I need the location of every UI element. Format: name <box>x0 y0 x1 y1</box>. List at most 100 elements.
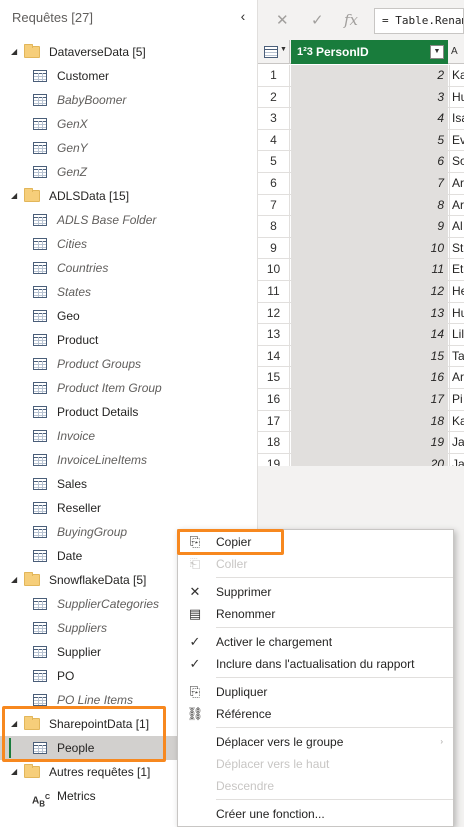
query-item[interactable]: Sales <box>0 472 258 496</box>
query-item[interactable]: Product Details <box>0 400 258 424</box>
personid-cell[interactable]: 4 <box>291 108 448 129</box>
personid-cell[interactable]: 10 <box>291 237 448 259</box>
insert-function-icon[interactable]: fx <box>344 11 358 29</box>
query-item[interactable]: Countries <box>0 256 258 280</box>
next-column-cell[interactable]: He <box>449 281 464 302</box>
personid-cell[interactable]: 5 <box>291 129 448 151</box>
menu-item-reference[interactable]: ⛓ Référence <box>178 703 453 725</box>
formula-input[interactable]: = Table.RenameColumns <box>374 8 464 34</box>
row-number[interactable]: 14 <box>258 345 290 367</box>
next-column-cell[interactable]: So <box>449 151 464 172</box>
table-row[interactable]: 23Hu <box>258 86 464 109</box>
row-number[interactable]: 17 <box>258 410 290 432</box>
query-group[interactable]: ◢ DataverseData [5] <box>0 40 258 64</box>
personid-cell[interactable]: 17 <box>291 389 448 410</box>
column-header-personid[interactable]: 1²3 PersonID ▼ <box>291 40 448 64</box>
table-row[interactable]: 15 16 Ar <box>258 367 464 389</box>
next-column-cell[interactable]: Et <box>449 259 464 280</box>
row-number[interactable]: 18 <box>258 432 290 453</box>
table-menu-button[interactable]: ▼ <box>258 40 290 64</box>
next-column-cell[interactable]: Ka <box>449 65 464 86</box>
next-column-cell[interactable]: Hu <box>449 302 464 324</box>
table-row[interactable]: 1213Hu <box>258 302 464 325</box>
next-column-cell[interactable]: Pi <box>449 389 464 410</box>
personid-cell[interactable]: 16 <box>291 367 448 388</box>
row-number[interactable]: 12 <box>258 302 290 324</box>
row-number[interactable]: 13 <box>258 324 290 345</box>
table-row[interactable]: 34Isa <box>258 108 464 130</box>
query-item[interactable]: Invoice <box>0 424 258 448</box>
next-column-cell[interactable]: Ar <box>449 194 464 216</box>
personid-cell[interactable]: 19 <box>291 432 448 453</box>
table-row[interactable]: 56So <box>258 151 464 173</box>
query-item[interactable]: InvoiceLineItems <box>0 448 258 472</box>
menu-item-creer-une-fonction[interactable]: Créer une fonction... <box>178 803 453 825</box>
row-number[interactable]: 7 <box>258 194 290 216</box>
next-column-cell[interactable]: Ta <box>449 345 464 367</box>
next-column-cell[interactable]: Al <box>449 216 464 237</box>
expand-caret-icon[interactable]: ◢ <box>11 568 17 592</box>
next-column-cell[interactable]: Ka <box>449 410 464 432</box>
next-column-cell[interactable]: St <box>449 237 464 259</box>
row-number[interactable]: 3 <box>258 108 290 129</box>
personid-cell[interactable]: 3 <box>291 86 448 108</box>
personid-cell[interactable]: 12 <box>291 281 448 302</box>
table-row[interactable]: 18 19 Ja <box>258 432 464 454</box>
row-number[interactable]: 16 <box>258 389 290 410</box>
personid-cell[interactable]: 15 <box>291 345 448 367</box>
query-item[interactable]: Cities <box>0 232 258 256</box>
personid-cell[interactable]: 7 <box>291 173 448 194</box>
query-item[interactable]: GenY <box>0 136 258 160</box>
next-column-cell[interactable]: Isa <box>449 108 464 129</box>
expand-caret-icon[interactable]: ◢ <box>11 184 17 208</box>
row-number[interactable]: 2 <box>258 86 290 108</box>
query-item[interactable]: Geo <box>0 304 258 328</box>
menu-item-deplacer-vers-le-groupe[interactable]: Déplacer vers le groupe › <box>178 731 453 753</box>
expand-caret-icon[interactable]: ◢ <box>11 40 17 64</box>
table-row[interactable]: 6 7 Ar <box>258 173 464 195</box>
row-number[interactable]: 11 <box>258 281 290 302</box>
expand-caret-icon[interactable]: ◢ <box>11 760 17 784</box>
column-filter-button[interactable]: ▼ <box>430 45 444 59</box>
query-group[interactable]: ◢ ADLSData [15] <box>0 184 258 208</box>
table-row[interactable]: 12Ka <box>258 65 464 87</box>
table-row[interactable]: 10 11 Et <box>258 259 464 281</box>
next-column-cell[interactable]: Ev <box>449 129 464 151</box>
menu-item-dupliquer[interactable]: ⎘ Dupliquer <box>178 681 453 703</box>
row-number[interactable]: 4 <box>258 129 290 151</box>
menu-item-inclure-dans-l-actualisation-du-rapport[interactable]: ✓ Inclure dans l'actualisation du rapport <box>178 653 453 675</box>
confirm-formula-icon[interactable]: ✓ <box>311 11 324 29</box>
whole-number-type-icon[interactable]: 1²3 <box>297 40 313 64</box>
row-number[interactable]: 8 <box>258 216 290 237</box>
table-row[interactable]: 13 14 Lil <box>258 324 464 346</box>
next-column-cell[interactable]: Lil <box>449 324 464 345</box>
next-column-cell[interactable]: Ar <box>449 367 464 388</box>
table-row[interactable]: 14 15 Ta <box>258 345 464 368</box>
table-row[interactable]: 8 9 Al <box>258 216 464 238</box>
personid-cell[interactable]: 6 <box>291 151 448 172</box>
personid-cell[interactable]: 14 <box>291 324 448 345</box>
query-item[interactable]: GenX <box>0 112 258 136</box>
cancel-formula-icon[interactable]: ✕ <box>276 11 289 29</box>
next-column-cell[interactable]: Hu <box>449 86 464 108</box>
query-item[interactable]: States <box>0 280 258 304</box>
query-item[interactable]: GenZ <box>0 160 258 184</box>
personid-cell[interactable]: 11 <box>291 259 448 280</box>
table-row[interactable]: 1112He <box>258 281 464 303</box>
row-number[interactable]: 9 <box>258 237 290 259</box>
query-item[interactable]: Product Groups <box>0 352 258 376</box>
query-item[interactable]: ADLS Base Folder <box>0 208 258 232</box>
query-item[interactable]: Reseller <box>0 496 258 520</box>
expand-caret-icon[interactable]: ◢ <box>11 712 17 736</box>
personid-cell[interactable]: 8 <box>291 194 448 216</box>
collapse-pane-button[interactable]: ‹ <box>236 8 250 24</box>
personid-cell[interactable]: 2 <box>291 65 448 86</box>
menu-item-supprimer[interactable]: ✕ Supprimer <box>178 581 453 603</box>
personid-cell[interactable]: 18 <box>291 410 448 432</box>
row-number[interactable]: 6 <box>258 173 290 194</box>
query-item[interactable]: Product <box>0 328 258 352</box>
query-item[interactable]: Customer <box>0 64 258 88</box>
table-row[interactable]: 45Ev <box>258 129 464 152</box>
query-item[interactable]: Product Item Group <box>0 376 258 400</box>
menu-item-activer-le-chargement[interactable]: ✓ Activer le chargement <box>178 631 453 653</box>
